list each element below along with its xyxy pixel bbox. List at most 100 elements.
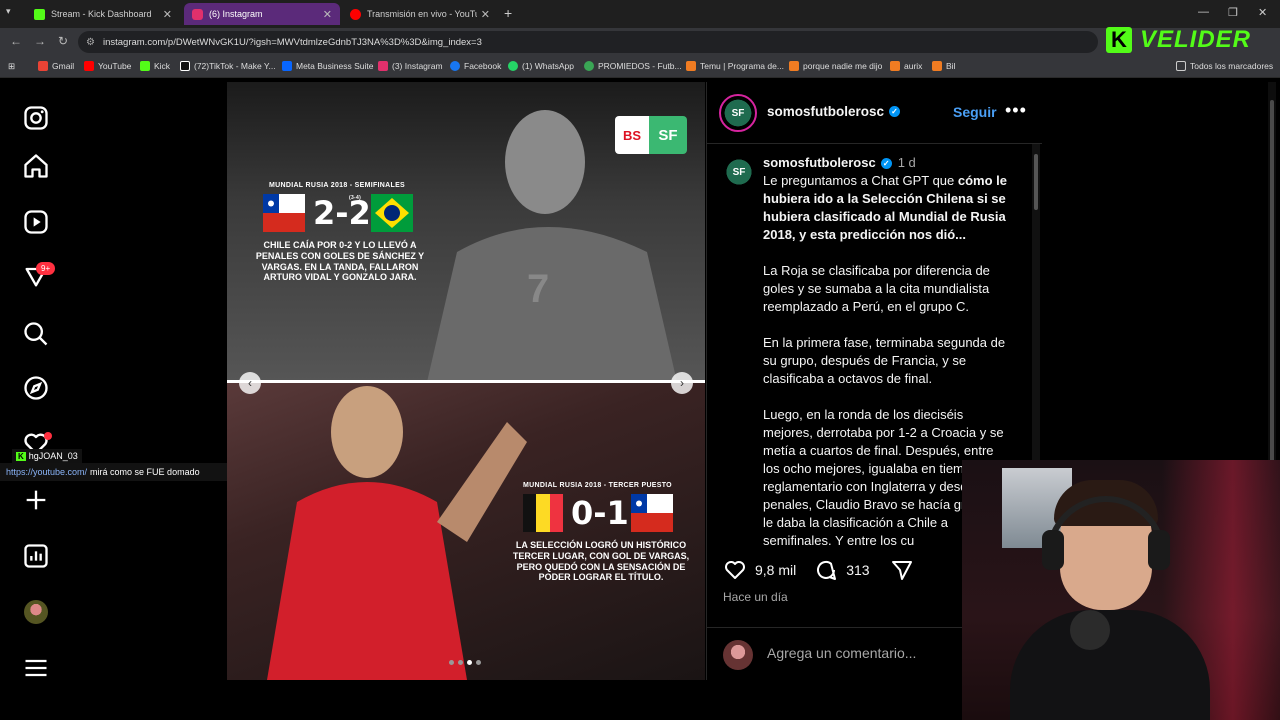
tab-kick-dashboard[interactable]: Stream - Kick Dashboard ✕ — [26, 3, 180, 25]
post-time-footer: Hace un día — [723, 590, 788, 604]
bookmark-porque[interactable]: porque nadie me dijo — [789, 61, 882, 71]
apps-grid-icon[interactable]: ⊞ — [8, 61, 15, 72]
image-divider — [227, 380, 705, 383]
tab-youtube[interactable]: Transmisión en vivo - YouTube ✕ — [342, 3, 498, 25]
maximize-icon[interactable]: ❐ — [1228, 6, 1238, 19]
microphone-icon — [1070, 610, 1110, 650]
headset-earcup — [1042, 530, 1064, 570]
bookmark-bil[interactable]: Bil — [932, 61, 955, 71]
search-icon[interactable] — [22, 320, 50, 348]
comment-count[interactable]: 313 — [846, 562, 869, 578]
bottom-score: 0-1 — [571, 494, 629, 532]
top-score: 2-2 — [313, 194, 371, 232]
tab-label: Transmisión en vivo - YouTube — [367, 9, 477, 19]
notification-badge: 9+ — [36, 262, 56, 275]
kick-logo-icon: K — [1106, 27, 1132, 53]
close-icon[interactable]: ✕ — [323, 8, 332, 21]
bookmark-meta[interactable]: Meta Business Suite — [282, 61, 373, 71]
caption-avatar[interactable]: SF — [723, 156, 755, 188]
caption-scroll-thumb[interactable] — [1034, 154, 1038, 210]
create-icon[interactable] — [22, 486, 50, 514]
like-count[interactable]: 9,8 mil — [755, 562, 796, 578]
forward-icon[interactable]: → — [34, 34, 46, 48]
address-bar[interactable]: ⚙ instagram.com/p/DWetWNvGK1U/?igsh=MWVt… — [78, 31, 1098, 53]
chat-username-badge: K hgJOAN_03 — [12, 449, 82, 463]
tab-search-icon[interactable]: ▾ — [6, 6, 11, 17]
instagram-logo-icon[interactable] — [22, 104, 50, 132]
share-icon[interactable] — [890, 558, 914, 582]
profile-avatar[interactable] — [24, 600, 48, 624]
follow-button[interactable]: Seguir — [953, 104, 997, 120]
chat-username: hgJOAN_03 — [28, 451, 78, 461]
close-icon[interactable]: ✕ — [163, 8, 172, 21]
carousel-prev-icon[interactable]: ‹ — [239, 372, 261, 394]
sf-logo: SF — [649, 116, 687, 154]
menu-icon[interactable] — [22, 654, 50, 682]
post-actions: 9,8 mil 313 — [723, 558, 914, 582]
explore-icon[interactable] — [22, 374, 50, 402]
carousel-dot-active[interactable] — [467, 660, 472, 665]
bookmark-instagram[interactable]: (3) Instagram — [378, 61, 443, 71]
bookmark-site-icon — [789, 61, 799, 71]
carousel-next-icon[interactable]: › — [671, 372, 693, 394]
tab-label: Stream - Kick Dashboard — [51, 9, 152, 19]
tab-label: (6) Instagram — [209, 9, 263, 19]
dashboard-icon[interactable] — [22, 542, 50, 570]
bookmark-promiedos[interactable]: PROMIEDOS - Futb... — [584, 61, 682, 71]
chile-flag-icon — [631, 494, 673, 532]
caption-intro: Le preguntamos a Chat GPT que — [763, 173, 958, 188]
author-avatar[interactable]: SF — [719, 94, 757, 132]
author-username[interactable]: somosfutbolerosc ✓ — [767, 104, 901, 119]
chat-link[interactable]: https://youtube.com/ — [6, 467, 87, 477]
kick-icon — [140, 61, 150, 71]
post-time: 1 d — [897, 155, 916, 170]
bookmark-kick[interactable]: Kick — [140, 61, 170, 71]
carousel-dot[interactable] — [476, 660, 481, 665]
bookmark-whatsapp[interactable]: (1) WhatsApp — [508, 61, 574, 71]
bottom-caption: LA SELECCIÓN LOGRÓ UN HISTÓRICO TERCER L… — [512, 540, 690, 583]
bookmark-gmail[interactable]: Gmail — [38, 61, 74, 71]
close-window-icon[interactable]: ✕ — [1258, 6, 1267, 19]
caption-paragraph: En la primera fase, terminaba segunda de… — [763, 335, 1006, 386]
reload-icon[interactable]: ↻ — [58, 34, 68, 48]
bookmark-label: aurix — [904, 61, 923, 71]
bookmark-youtube[interactable]: YouTube — [84, 61, 131, 71]
like-heart-icon[interactable] — [723, 558, 747, 582]
comment-input[interactable]: Agrega un comentario... — [767, 645, 916, 661]
browser-toolbar: ← → ↻ ⚙ instagram.com/p/DWetWNvGK1U/?igs… — [0, 28, 1280, 56]
kick-chat-icon: K — [16, 451, 26, 461]
bookmark-label: Kick — [154, 61, 171, 71]
bookmark-temu[interactable]: Temu | Programa de... — [686, 61, 784, 71]
new-tab-icon[interactable]: + — [504, 5, 512, 21]
brazil-flag-icon — [371, 194, 413, 232]
facebook-icon — [450, 61, 460, 71]
notification-dot — [44, 432, 52, 440]
carousel-dot[interactable] — [449, 660, 454, 665]
minimize-icon[interactable]: — — [1198, 6, 1209, 18]
username-text: somosfutbolerosc — [767, 104, 885, 119]
carousel-dots — [449, 660, 481, 665]
bs-logo: BS — [615, 116, 649, 154]
bookmark-site-icon — [890, 61, 900, 71]
carousel-dot[interactable] — [458, 660, 463, 665]
comment-icon[interactable] — [814, 558, 838, 582]
bottom-match-title: MUNDIAL RUSIA 2018 - TERCER PUESTO — [523, 482, 672, 489]
reels-icon[interactable] — [22, 208, 50, 236]
bookmark-tiktok[interactable]: (72)TikTok - Make Y... — [180, 61, 276, 71]
more-options-icon[interactable]: ••• — [1005, 100, 1027, 121]
caption-username[interactable]: somosfutbolerosc ✓ — [763, 154, 892, 172]
all-bookmarks[interactable]: Todos los marcadores — [1176, 61, 1273, 71]
bookmark-aurix[interactable]: aurix — [890, 61, 922, 71]
bookmark-label: YouTube — [98, 61, 132, 71]
close-icon[interactable]: ✕ — [481, 8, 490, 21]
tab-instagram[interactable]: (6) Instagram ✕ — [184, 3, 340, 25]
home-icon[interactable] — [22, 152, 50, 180]
post-image[interactable]: 7 BS SF MUNDIAL RUSIA 2018 - SEMIFINALES… — [227, 82, 705, 680]
bookmark-label: (72)TikTok - Make Y... — [194, 61, 276, 71]
temu-icon — [686, 61, 696, 71]
bookmark-label: PROMIEDOS - Futb... — [598, 61, 682, 71]
top-caption: CHILE CAÍA POR 0-2 Y LO LLEVÓ A PENALES … — [255, 240, 425, 283]
back-icon[interactable]: ← — [10, 34, 22, 48]
bookmark-facebook[interactable]: Facebook — [450, 61, 501, 71]
site-info-icon[interactable]: ⚙ — [86, 37, 95, 48]
